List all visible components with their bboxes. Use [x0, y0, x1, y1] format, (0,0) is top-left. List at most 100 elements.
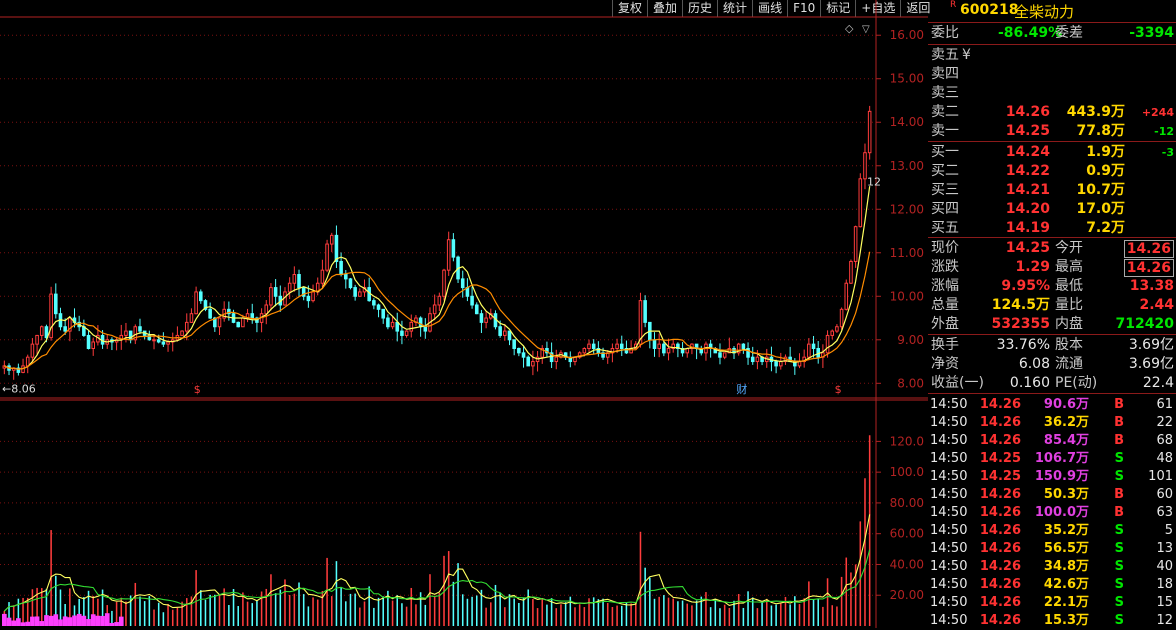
- tick-volume: 150.9万: [1034, 469, 1089, 484]
- candle: [437, 295, 442, 306]
- candle: [217, 317, 222, 328]
- quote-label-2: 最低: [1055, 278, 1083, 294]
- stock-name[interactable]: 全柴动力: [1014, 1, 1074, 22]
- event-marker-report[interactable]: 财: [736, 382, 747, 396]
- tick-count: 15: [1156, 595, 1173, 610]
- tick-count: 18: [1156, 577, 1173, 592]
- candle: [35, 334, 39, 345]
- tick-count: 101: [1148, 469, 1173, 484]
- tick-price: 14.26: [979, 433, 1021, 448]
- tick-count: 60: [1156, 487, 1173, 502]
- candle: [124, 330, 128, 336]
- tick-row: 14:50 14.26 22.1万 S 15: [928, 594, 1176, 612]
- candle: [526, 356, 530, 367]
- candle: [250, 313, 255, 319]
- tick-price: 14.25: [979, 451, 1021, 466]
- candle: [25, 356, 30, 367]
- price-tick-label: 15.00: [890, 72, 924, 86]
- divider-quote: [928, 334, 1176, 335]
- quote-row-1: 涨跌 1.29 最高 14.26: [928, 258, 1176, 277]
- candle: [470, 295, 474, 306]
- candle: [344, 274, 348, 280]
- diamond-icon[interactable]: ◇: [845, 22, 854, 35]
- price-tick-label: 14.00: [890, 115, 924, 129]
- candle: [807, 343, 811, 358]
- tick-price: 14.26: [979, 415, 1021, 430]
- tick-volume: 36.2万: [1043, 415, 1089, 430]
- quote-value-2: 14.26: [1123, 259, 1174, 277]
- quote-value: 124.5万: [991, 297, 1050, 313]
- fund-row-1: 净资 6.08 流通 3.69亿: [928, 355, 1176, 374]
- tick-price: 14.26: [979, 397, 1021, 412]
- buy-volume: 1.9万: [1086, 144, 1125, 160]
- candle: [498, 326, 502, 336]
- tick-price: 14.26: [979, 559, 1021, 574]
- stock-header: R 600218 全柴动力: [928, 0, 1176, 22]
- sell-row-3: 卖三: [928, 84, 1176, 103]
- candle: [320, 269, 325, 284]
- tick-side: S: [1114, 523, 1124, 538]
- candle: [479, 313, 484, 323]
- quote-panel: R 600218 全柴动力 委比 -86.49% 委差 -3394 卖五 ¥ 卖四 卖三 卖二 1…: [928, 0, 1176, 628]
- sell-price: 14.26: [1005, 104, 1050, 120]
- candle: [184, 321, 189, 332]
- buy-change: -3: [1161, 146, 1174, 159]
- candle: [867, 110, 872, 154]
- buy-price: 14.21: [1005, 182, 1050, 198]
- ma5-line: [4, 186, 871, 370]
- buy-label: 买二: [931, 163, 959, 179]
- candle: [287, 282, 292, 293]
- tick-side: S: [1114, 559, 1124, 574]
- candle: [666, 347, 671, 354]
- divider-buy: [928, 237, 1176, 238]
- tick-price: 14.26: [979, 613, 1021, 628]
- tick-volume: 85.4万: [1043, 433, 1089, 448]
- candle: [128, 330, 133, 341]
- candle: [63, 326, 67, 332]
- candle: [325, 243, 329, 271]
- quote-value: 1.29: [1015, 259, 1050, 275]
- sell-extra: ¥: [962, 47, 971, 63]
- candle: [835, 326, 839, 332]
- stock-code[interactable]: 600218: [960, 2, 1018, 18]
- candle: [273, 287, 278, 297]
- candle: [376, 304, 381, 310]
- candle: [517, 347, 521, 354]
- quote-label-2: 最高: [1055, 259, 1083, 275]
- candle: [358, 291, 362, 297]
- weicha-label: 委差: [1055, 25, 1083, 41]
- tick-row: 14:50 14.26 34.8万 S 40: [928, 558, 1176, 576]
- candle: [161, 341, 166, 345]
- tick-time: 14:50: [930, 613, 968, 628]
- divider-fund: [928, 393, 1176, 394]
- price-tick-label: 16.00: [890, 28, 924, 42]
- volume-tick-label: 40.00: [890, 557, 924, 571]
- price-tick-label: 12.00: [890, 202, 924, 216]
- candle: [755, 356, 760, 363]
- candle: [54, 293, 58, 315]
- candle: [30, 343, 35, 358]
- candle: [395, 321, 400, 332]
- event-marker-dividend[interactable]: $: [835, 383, 842, 396]
- candle: [853, 226, 858, 262]
- fund-label: 净资: [931, 356, 959, 372]
- candle: [554, 356, 559, 363]
- event-marker-dividend[interactable]: $: [194, 383, 201, 396]
- tick-time: 14:50: [930, 523, 968, 538]
- price-tick-label: 11.00: [890, 246, 924, 260]
- tick-price: 14.26: [979, 487, 1021, 502]
- candle: [750, 356, 755, 363]
- candle: [269, 287, 273, 306]
- kline-chart[interactable]: ◇ ▽ 16.00 15.00 14.00 13.00 12.00 11.00 10.00 9.0…: [0, 0, 928, 628]
- candle: [404, 330, 409, 336]
- vol-ma10-line: [3, 549, 871, 612]
- candle: [390, 321, 395, 328]
- tick-row: 14:50 14.26 56.5万 S 13: [928, 540, 1176, 558]
- weicha-value: -3394: [1129, 25, 1174, 41]
- expand-icon[interactable]: ▽: [862, 24, 870, 35]
- candle: [779, 361, 783, 367]
- candle: [446, 239, 451, 271]
- candle: [507, 330, 512, 341]
- tick-price: 14.26: [979, 577, 1021, 592]
- quote-value-2: 712420: [1115, 316, 1174, 332]
